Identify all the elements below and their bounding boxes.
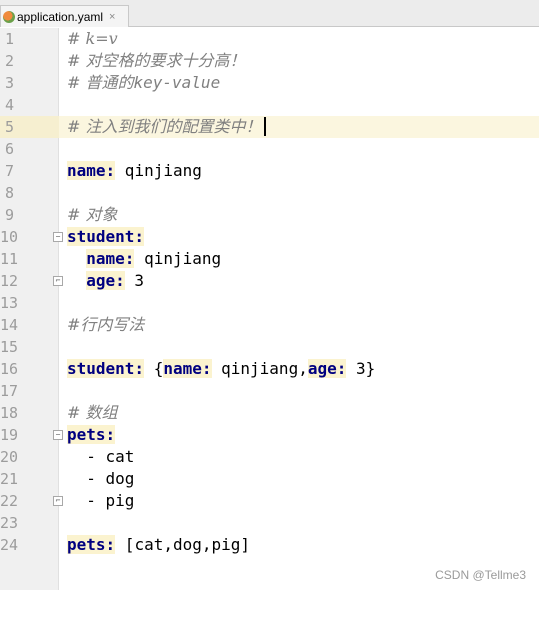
code-line: 13 [0,292,539,314]
fold-end-icon[interactable]: ⌐ [53,276,63,286]
yaml-key: student: [67,359,145,378]
code-line: 9 # 对象 [0,204,539,226]
line-number: 19 [0,426,19,444]
code-line: 21 - dog [0,468,539,490]
yaml-key: pets: [67,425,116,444]
line-number: 5 [4,118,14,136]
code-line: 11 name: qinjiang [0,248,539,270]
comment: # 对空格的要求十分高！ [67,51,246,70]
code-line-current: 5 # 注入到我们的配置类中！ [0,116,539,138]
code-line: 12 ⌐ age: 3 [0,270,539,292]
code-line: 3 # 普通的key-value [0,72,539,94]
yaml-value: qinjiang [115,161,202,180]
line-number: 23 [0,514,19,532]
tab-application-yaml[interactable]: application.yaml × [0,5,129,27]
code-line: 19 − pets: [0,424,539,446]
line-number: 8 [4,184,14,202]
code-line: 1 # k=v [0,28,539,50]
code-line: 23 [0,512,539,534]
yaml-key: name: [67,161,116,180]
yaml-key: name: [86,249,135,268]
line-number: 21 [0,470,19,488]
yaml-list-item: - dog [67,469,135,488]
code-line: 15 [0,336,539,358]
line-number: 10 [0,228,19,246]
close-icon[interactable]: × [109,11,115,23]
line-number: 2 [4,52,14,70]
yaml-key: name: [163,359,212,378]
code-line: 8 [0,182,539,204]
comment: # k=v [67,29,118,48]
line-number: 22 [0,492,19,510]
yaml-key: age: [307,359,347,378]
yaml-value: 3} [346,359,376,378]
tab-label: application.yaml [17,9,104,24]
yaml-value: [cat,dog,pig] [115,535,251,554]
code-line: 18 # 数组 [0,402,539,424]
yaml-key: pets: [67,535,116,554]
code-line: 7 name: qinjiang [0,160,539,182]
line-number: 6 [4,140,14,158]
line-number: 7 [4,162,14,180]
line-number: 17 [0,382,19,400]
line-number: 15 [0,338,19,356]
comment: # 普通的key-value [67,73,220,92]
code-line: 17 [0,380,539,402]
yaml-punct: { [144,359,164,378]
watermark: CSDN @Tellme3 [435,568,526,582]
comment: # 注入到我们的配置类中！ [67,117,262,136]
comment: # 对象 [67,205,118,224]
comment: # 数组 [67,403,118,422]
fold-end-icon[interactable]: ⌐ [53,496,63,506]
line-number: 13 [0,294,19,312]
yaml-list-item: - pig [67,491,135,510]
comment-keyword: key-value [133,73,221,92]
line-number: 20 [0,448,19,466]
code-line: 14 #行内写法 [0,314,539,336]
line-number: 3 [4,74,14,92]
code-line: 22 ⌐ - pig [0,490,539,512]
line-number: 16 [0,360,19,378]
code-line: 4 [0,94,539,116]
yaml-key: age: [86,271,125,290]
code-line: 24 pets: [cat,dog,pig] [0,534,539,556]
code-line: 20 - cat [0,446,539,468]
line-number: 9 [4,206,14,224]
fold-collapse-icon[interactable]: − [53,232,63,242]
line-number: 18 [0,404,19,422]
code-line: 6 [0,138,539,160]
yaml-key: student: [67,227,145,246]
yaml-value: 3 [124,271,145,290]
comment: #行内写法 [67,315,145,334]
line-number: 4 [4,96,14,114]
line-number: 14 [0,316,19,334]
line-number: 24 [0,536,19,554]
code-line: 16 student: {name: qinjiang,age: 3} [0,358,539,380]
comment-prefix: # 普通的 [67,73,134,92]
code-line: 10 − student: [0,226,539,248]
yaml-value: qinjiang [134,249,222,268]
line-number: 11 [0,250,19,268]
editor-tab-bar: application.yaml × [0,0,539,27]
yaml-value: qinjiang, [211,359,308,378]
yaml-list-item: - cat [67,447,135,466]
line-number: 1 [4,30,14,48]
code-line: 2 # 对空格的要求十分高！ [0,50,539,72]
yaml-file-icon [3,10,15,23]
text-cursor [263,117,266,136]
fold-collapse-icon[interactable]: − [53,430,63,440]
line-number: 12 [0,272,19,290]
